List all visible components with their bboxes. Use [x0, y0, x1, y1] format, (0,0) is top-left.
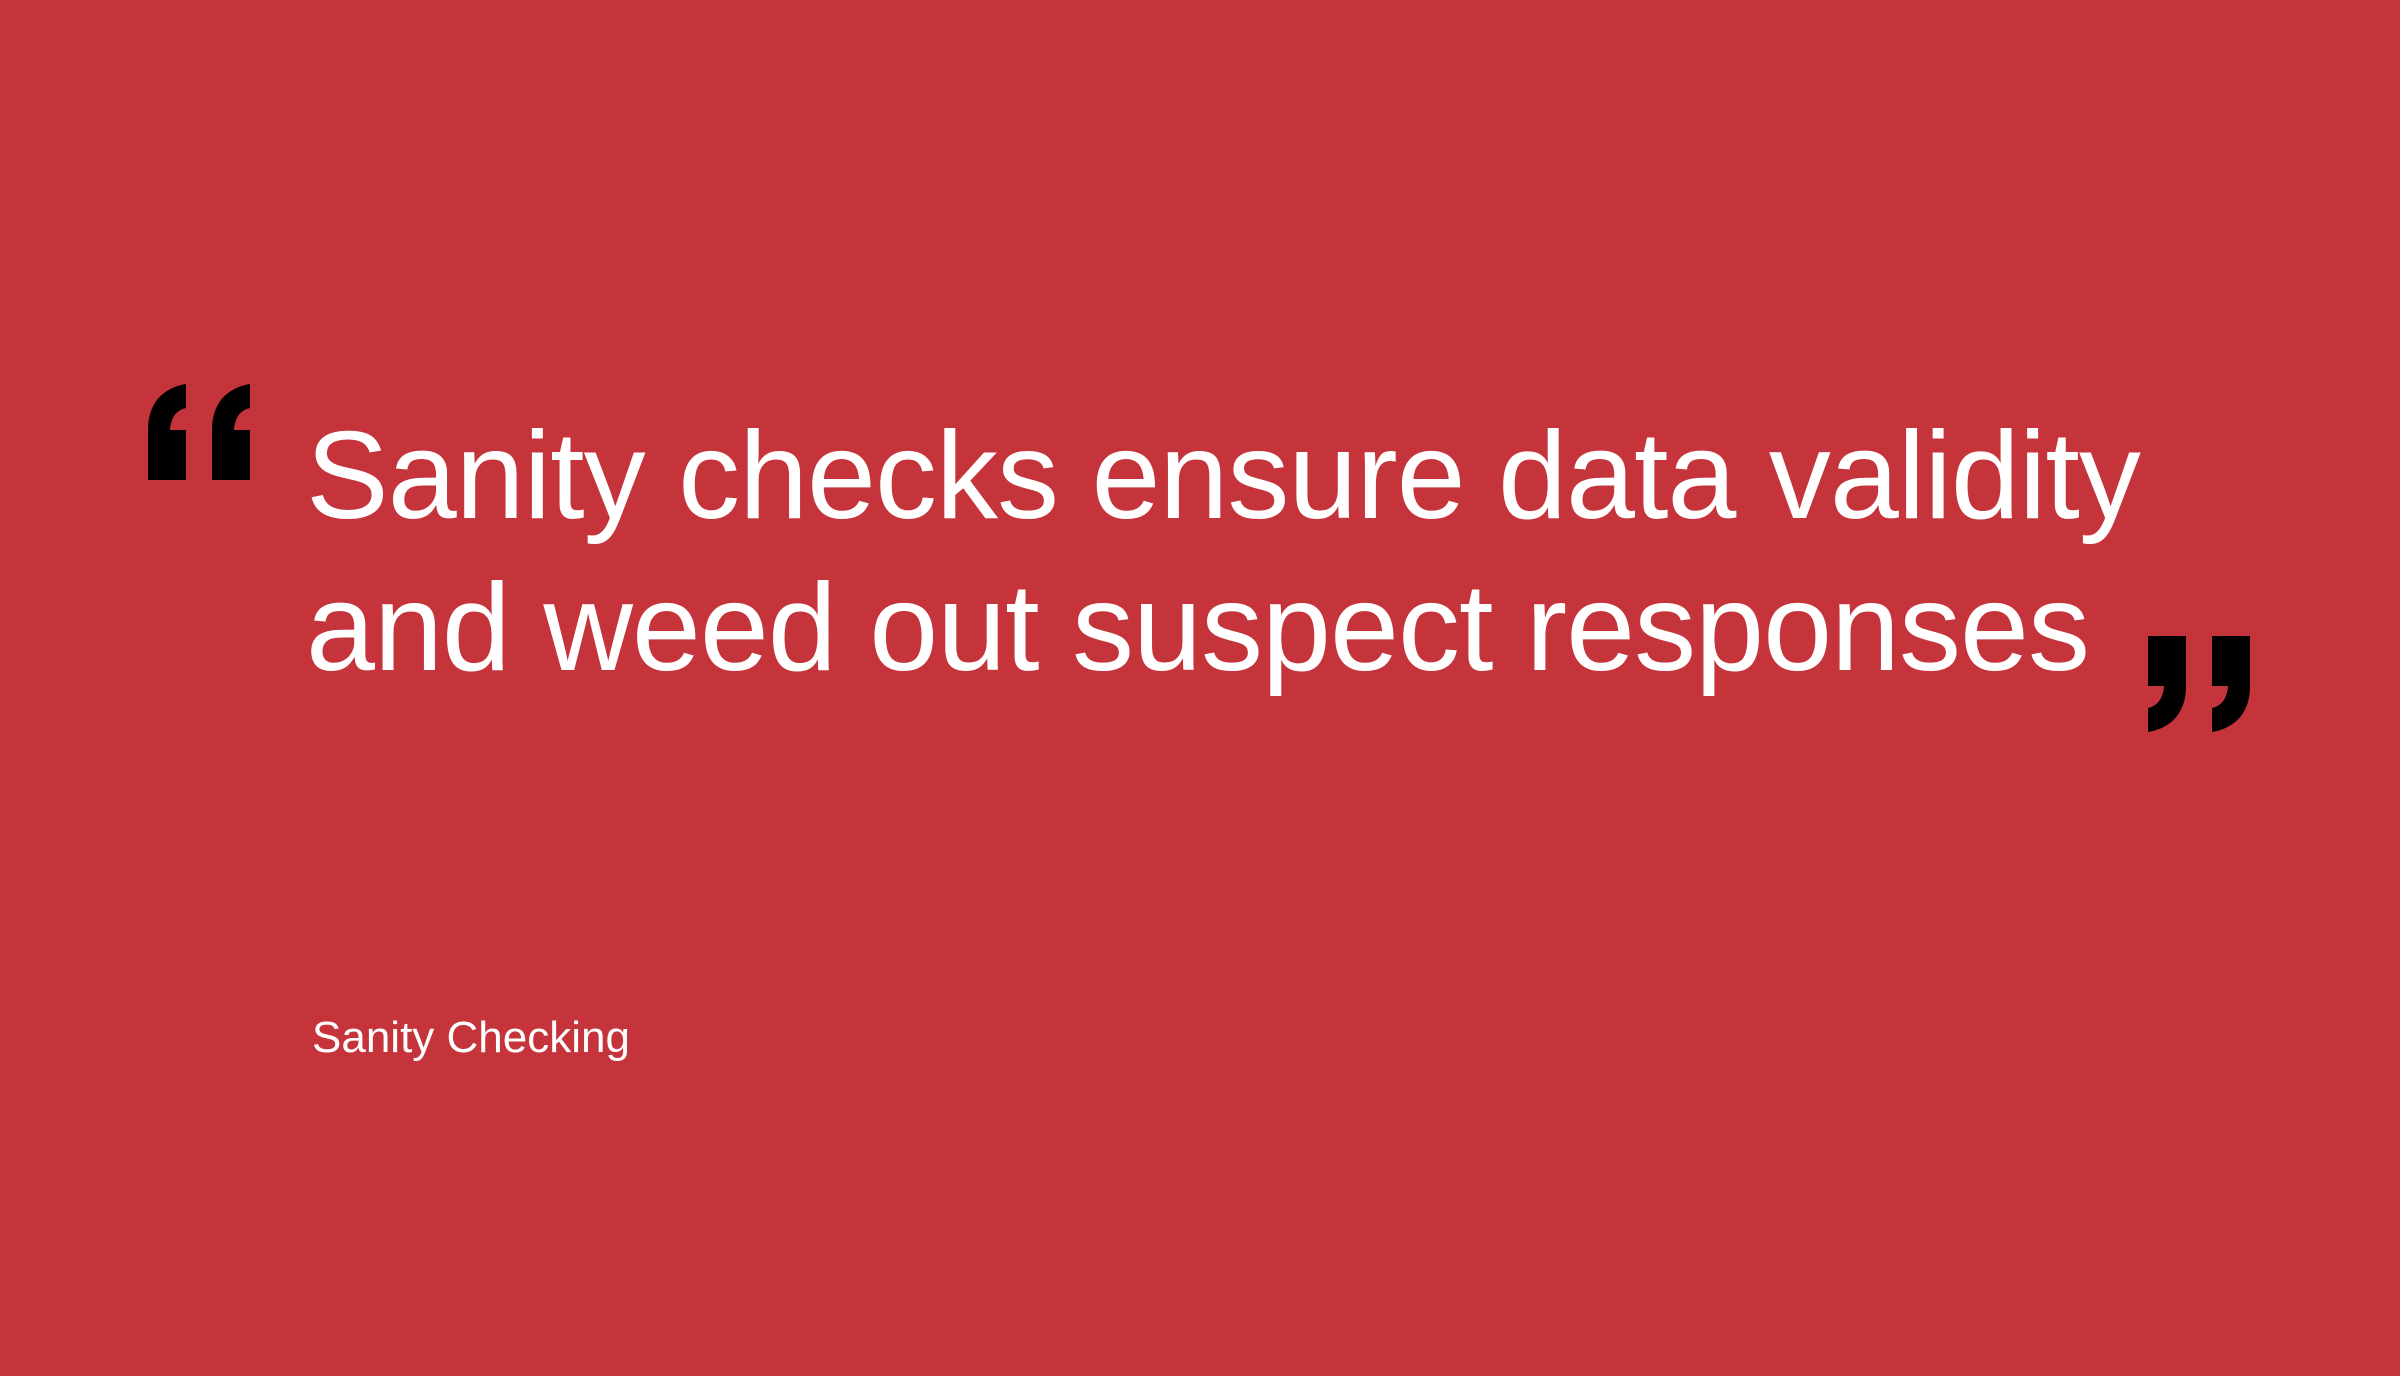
quote-text: Sanity checks ensure data validity and w…: [306, 400, 2141, 704]
quote-slide: Sanity checks ensure data validity and w…: [0, 0, 2400, 1376]
quote-line-2: and weed out suspect responses: [306, 559, 2090, 697]
close-quote-icon: [2148, 636, 2250, 732]
attribution: Sanity Checking: [312, 1013, 630, 1062]
quote-line-1: Sanity checks ensure data validity: [306, 407, 2141, 545]
open-quote-icon: [148, 384, 250, 480]
